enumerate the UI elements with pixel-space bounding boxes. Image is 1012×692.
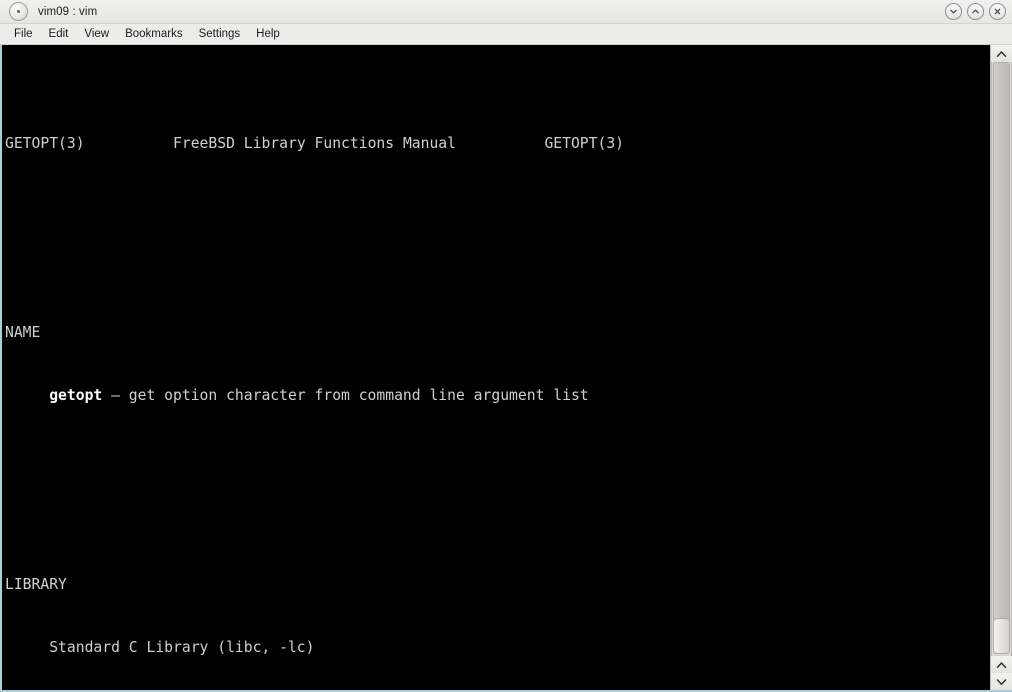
shade-button[interactable] [945,3,962,20]
name-description-line: getopt — get option character from comma… [49,387,589,404]
section-title-library: LIBRARY [5,576,67,593]
menu-item-help[interactable]: Help [248,26,288,42]
window-controls [945,3,1006,20]
man-header-line: GETOPT(3) FreeBSD Library Functions Manu… [5,133,990,154]
scrollbar-up-button[interactable] [991,45,1012,62]
man-header-gap1 [85,135,173,152]
man-header-right: GETOPT(3) [544,135,625,152]
scrollbar-down-up-button[interactable] [991,656,1012,673]
menu-item-bookmarks[interactable]: Bookmarks [117,26,191,42]
menu-item-view[interactable]: View [76,26,117,42]
getopt-bold: getopt [49,387,103,404]
chevron-down-icon [950,9,957,14]
vertical-scrollbar[interactable] [990,45,1012,690]
vim-terminal-window: vim09 : vim File Edit View Bookmarks Set… [0,0,1012,692]
menu-item-file[interactable]: File [6,26,41,42]
terminal-circle-icon [9,2,28,21]
man-header-center: FreeBSD Library Functions Manual [173,135,456,152]
library-line: Standard C Library (libc, -lc) [5,639,315,656]
menu-bar: File Edit View Bookmarks Settings Help [0,24,1012,45]
man-header-left: GETOPT(3) [5,135,85,152]
section-title-name: NAME [5,324,41,341]
title-bar[interactable]: vim09 : vim [0,0,1012,24]
terminal-body: GETOPT(3) FreeBSD Library Functions Manu… [0,45,1012,692]
scrollbar-trough[interactable] [991,62,1012,656]
man-header-gap2 [456,135,544,152]
scrollbar-down-button[interactable] [991,673,1012,690]
maximize-button[interactable] [967,3,984,20]
scrollbar-track-filled [993,62,1010,642]
menu-item-edit[interactable]: Edit [41,26,77,42]
close-button[interactable] [989,3,1006,20]
chevron-up-icon [996,661,1007,668]
window-title: vim09 : vim [38,5,98,18]
scrollbar-thumb[interactable] [993,618,1010,654]
chevron-up-icon [996,50,1007,57]
close-icon [994,8,1001,15]
chevron-down-icon [996,678,1007,685]
vim-text-area[interactable]: GETOPT(3) FreeBSD Library Functions Manu… [2,45,990,690]
menu-item-settings[interactable]: Settings [191,26,249,42]
chevron-up-icon [972,9,979,14]
